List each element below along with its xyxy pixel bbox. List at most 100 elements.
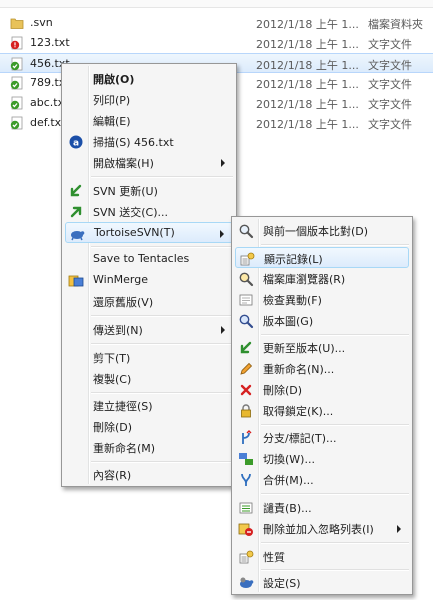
menu-separator bbox=[261, 244, 409, 246]
menu-item-tortoise-svn[interactable]: TortoiseSVN(T) bbox=[65, 222, 233, 243]
submenu-item-blame[interactable]: 譴責(B)... bbox=[235, 497, 409, 518]
menu-item-scan[interactable]: a 掃描(S) 456.txt bbox=[65, 131, 233, 152]
menu-item-label: 取得鎖定(K)... bbox=[263, 405, 334, 418]
menu-item-label: 設定(S) bbox=[263, 577, 301, 590]
folder-icon bbox=[10, 18, 24, 29]
file-name: 123.txt bbox=[30, 36, 70, 49]
file-type: 文字文件 bbox=[368, 59, 412, 72]
menu-item-label: 性質 bbox=[263, 551, 285, 564]
menu-item-svn-update[interactable]: SVN 更新(U) bbox=[65, 180, 233, 201]
file-type: 文字文件 bbox=[368, 38, 412, 51]
repo-browser-icon bbox=[239, 272, 254, 287]
menu-item-winmerge[interactable]: WinMerge bbox=[65, 270, 233, 291]
branch-tag-icon bbox=[242, 430, 252, 444]
submenu-item-repo-browser[interactable]: 檔案庫瀏覽器(R) bbox=[235, 268, 409, 289]
file-row[interactable]: 123.txt 2012/1/18 上午 1... 文字文件 bbox=[0, 33, 433, 53]
menu-item-label: 複製(C) bbox=[93, 373, 132, 386]
delete-x-icon bbox=[240, 384, 252, 396]
show-log-icon bbox=[240, 252, 255, 266]
menu-item-label: 掃描(S) 456.txt bbox=[93, 136, 174, 149]
antivirus-shield-icon: a bbox=[69, 135, 83, 149]
submenu-item-properties[interactable]: 性質 bbox=[235, 546, 409, 567]
file-date: 2012/1/18 上午 1... bbox=[256, 18, 359, 31]
menu-item-label: 傳送到(N) bbox=[93, 324, 143, 337]
winmerge-icon bbox=[68, 275, 84, 287]
file-type: 文字文件 bbox=[368, 78, 412, 91]
submenu-arrow-icon bbox=[220, 230, 224, 238]
file-name: .svn bbox=[30, 16, 53, 29]
menu-separator bbox=[261, 334, 409, 336]
menu-item-create-shortcut[interactable]: 建立捷徑(S) bbox=[65, 395, 233, 416]
menu-item-edit[interactable]: 編輯(E) bbox=[65, 110, 233, 131]
submenu-arrow-icon bbox=[221, 326, 225, 334]
menu-item-copy[interactable]: 複製(C) bbox=[65, 368, 233, 389]
menu-item-open-with[interactable]: 開啟檔案(H) bbox=[65, 152, 233, 173]
menu-separator bbox=[261, 424, 409, 426]
file-date: 2012/1/18 上午 1... bbox=[256, 38, 359, 51]
svn-update-arrow-icon bbox=[70, 184, 82, 197]
svn-normal-icon bbox=[10, 76, 23, 90]
file-type: 文字文件 bbox=[368, 98, 412, 111]
menu-item-label: 還原舊版(V) bbox=[93, 296, 154, 309]
submenu-item-merge[interactable]: 合併(M)... bbox=[235, 469, 409, 490]
properties-icon bbox=[239, 550, 254, 564]
menu-item-restore-previous[interactable]: 還原舊版(V) bbox=[65, 291, 233, 312]
menu-item-label: 列印(P) bbox=[93, 94, 131, 107]
svg-text:a: a bbox=[73, 139, 79, 149]
revision-graph-icon bbox=[239, 314, 254, 329]
submenu-item-branch-tag[interactable]: 分支/標記(T)... bbox=[235, 427, 409, 448]
menu-separator bbox=[261, 569, 409, 571]
menu-item-label: 版本圖(G) bbox=[263, 315, 314, 328]
submenu-item-show-log[interactable]: 顯示記錄(L) bbox=[235, 247, 409, 268]
menu-item-label: 開啟(O) bbox=[93, 73, 135, 86]
settings-tortoise-icon bbox=[240, 577, 254, 588]
menu-item-open[interactable]: 開啟(O) bbox=[65, 68, 233, 89]
menu-separator bbox=[261, 542, 409, 544]
menu-item-svn-commit[interactable]: SVN 送交(C)... bbox=[65, 201, 233, 222]
submenu-item-rename[interactable]: 重新命名(N)... bbox=[235, 358, 409, 379]
menu-item-label: 分支/標記(T)... bbox=[263, 432, 337, 445]
menu-item-label: 檔案庫瀏覽器(R) bbox=[263, 273, 346, 286]
update-arrow-icon bbox=[240, 341, 252, 354]
svn-commit-arrow-icon bbox=[70, 206, 82, 218]
svn-normal-icon bbox=[10, 57, 23, 71]
submenu-arrow-icon bbox=[221, 159, 225, 167]
menu-item-label: TortoiseSVN(T) bbox=[94, 226, 175, 239]
menu-item-print[interactable]: 列印(P) bbox=[65, 89, 233, 110]
submenu-arrow-icon bbox=[397, 525, 401, 533]
submenu-item-get-lock[interactable]: 取得鎖定(K)... bbox=[235, 400, 409, 421]
submenu-item-switch[interactable]: 切換(W)... bbox=[235, 448, 409, 469]
submenu-item-ignore[interactable]: 刪除並加入忽略列表(I) bbox=[235, 518, 409, 539]
menu-separator bbox=[91, 176, 233, 178]
menu-item-cut[interactable]: 剪下(T) bbox=[65, 347, 233, 368]
menu-item-label: 內容(R) bbox=[93, 469, 132, 482]
menu-item-label: WinMerge bbox=[93, 273, 148, 286]
submenu-item-update-to-revision[interactable]: 更新至版本(U)... bbox=[235, 337, 409, 358]
submenu-item-delete[interactable]: 刪除(D) bbox=[235, 379, 409, 400]
file-date: 2012/1/18 上午 1... bbox=[256, 78, 359, 91]
file-type: 文字文件 bbox=[368, 118, 412, 131]
menu-item-label: 刪除並加入忽略列表(I) bbox=[263, 523, 374, 536]
menu-item-save-to-tentacles[interactable]: Save to Tentacles bbox=[65, 249, 233, 270]
menu-item-label: 與前一個版本比對(D) bbox=[263, 225, 369, 238]
submenu-item-diff-previous[interactable]: 與前一個版本比對(D) bbox=[235, 220, 409, 241]
file-date: 2012/1/18 上午 1... bbox=[256, 118, 359, 131]
check-modifications-icon bbox=[239, 294, 253, 306]
lock-icon bbox=[241, 404, 251, 418]
menu-item-delete[interactable]: 刪除(D) bbox=[65, 416, 233, 437]
file-type: 檔案資料夾 bbox=[368, 18, 423, 31]
ignore-icon bbox=[238, 523, 253, 536]
menu-item-rename[interactable]: 重新命名(M) bbox=[65, 437, 233, 458]
menu-item-send-to[interactable]: 傳送到(N) bbox=[65, 319, 233, 340]
menu-item-label: 顯示記錄(L) bbox=[264, 253, 323, 266]
svn-conflict-icon bbox=[10, 36, 23, 50]
blame-icon bbox=[239, 502, 253, 514]
context-menu: 開啟(O) 列印(P) 編輯(E) a 掃描(S) 456.txt 開啟檔案(H… bbox=[61, 63, 237, 487]
menu-item-properties[interactable]: 內容(R) bbox=[65, 464, 233, 485]
file-row[interactable]: .svn 2012/1/18 上午 1... 檔案資料夾 bbox=[0, 13, 433, 33]
menu-item-label: 檢查異動(F) bbox=[263, 294, 322, 307]
submenu-item-settings[interactable]: 設定(S) bbox=[235, 572, 409, 593]
tortoise-svn-submenu: 與前一個版本比對(D) 顯示記錄(L) 檔案庫瀏覽器(R) 檢查異動(F) 版本… bbox=[231, 216, 413, 595]
submenu-item-revision-graph[interactable]: 版本圖(G) bbox=[235, 310, 409, 331]
submenu-item-check-modifications[interactable]: 檢查異動(F) bbox=[235, 289, 409, 310]
